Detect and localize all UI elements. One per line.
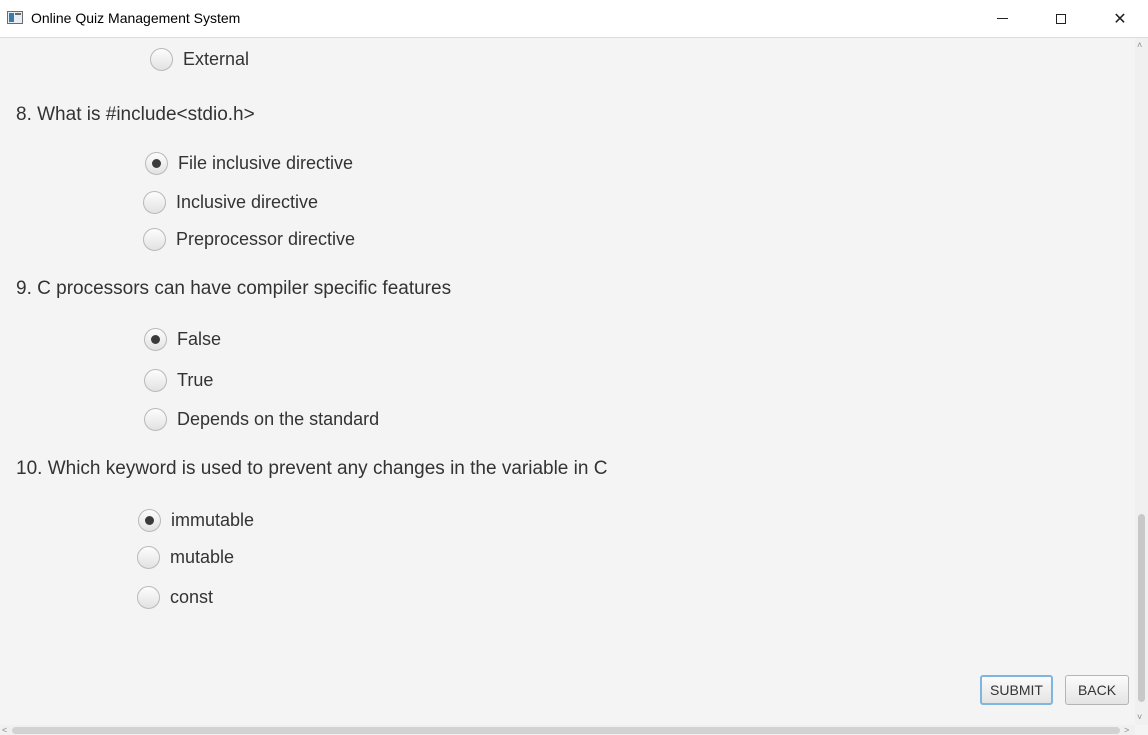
option-q10-1[interactable]: immutable [138, 507, 254, 533]
window-title: Online Quiz Management System [31, 10, 241, 26]
scroll-right-icon[interactable]: > [1124, 725, 1129, 735]
option-label: File inclusive directive [178, 152, 354, 173]
maximize-button[interactable] [1032, 0, 1090, 37]
radio-button[interactable] [143, 190, 166, 214]
question-10-text: 10. Which keyword is used to prevent any… [16, 458, 608, 479]
radio-button[interactable] [144, 407, 167, 431]
back-button[interactable]: BACK [1065, 675, 1129, 705]
horizontal-scrollbar[interactable]: < > [0, 725, 1135, 735]
question-9-text: 9. C processors can have compiler specif… [16, 278, 452, 299]
vertical-scroll-thumb[interactable] [1138, 514, 1145, 702]
radio-button[interactable] [137, 545, 160, 569]
minimize-button[interactable] [973, 0, 1031, 37]
option-label: immutable [171, 509, 255, 530]
option-q9-3[interactable]: Depends on the standard [144, 406, 379, 432]
maximize-icon [1056, 13, 1066, 24]
radio-button[interactable] [150, 47, 173, 71]
title-bar: Online Quiz Management System ✕ [0, 0, 1148, 38]
option-label: const [170, 586, 214, 607]
option-label: mutable [170, 546, 235, 567]
minimize-icon [996, 18, 1008, 19]
option-q8-3[interactable]: Preprocessor directive [143, 226, 355, 252]
scroll-left-icon[interactable]: < [2, 725, 7, 735]
option-q8-1[interactable]: File inclusive directive [145, 150, 353, 176]
option-label: False [177, 328, 222, 349]
radio-button[interactable] [143, 227, 166, 251]
option-label: External [183, 48, 250, 69]
submit-button[interactable]: SUBMIT [980, 675, 1053, 705]
scroll-up-icon[interactable]: ˄ [1137, 40, 1142, 50]
radio-button-selected[interactable] [138, 508, 161, 532]
option-q9-2[interactable]: True [144, 367, 213, 393]
radio-button-selected[interactable] [144, 327, 167, 351]
vertical-scrollbar[interactable]: ˄ ˅ [1135, 38, 1148, 725]
option-label: Preprocessor directive [176, 228, 356, 249]
radio-button[interactable] [137, 585, 160, 609]
scroll-down-icon[interactable]: ˅ [1137, 712, 1142, 722]
option-q9-1[interactable]: False [144, 326, 221, 352]
option-label: Inclusive directive [176, 191, 319, 212]
app-icon [7, 11, 23, 24]
radio-button[interactable] [144, 368, 167, 392]
quiz-scroll-pane: External 8. What is #include<stdio.h> Fi… [0, 38, 1135, 725]
close-button[interactable]: ✕ [1091, 0, 1148, 37]
option-label: Depends on the standard [177, 408, 380, 429]
option-q10-2[interactable]: mutable [137, 544, 234, 570]
radio-button-selected[interactable] [145, 151, 168, 175]
option-q10-3[interactable]: const [137, 584, 213, 610]
option-q8-2[interactable]: Inclusive directive [143, 189, 318, 215]
question-8-text: 8. What is #include<stdio.h> [16, 104, 255, 125]
horizontal-scroll-thumb[interactable] [12, 727, 1120, 734]
option-label: True [177, 369, 214, 390]
option-q7-external[interactable]: External [150, 46, 249, 72]
close-icon: ✕ [1113, 10, 1127, 28]
